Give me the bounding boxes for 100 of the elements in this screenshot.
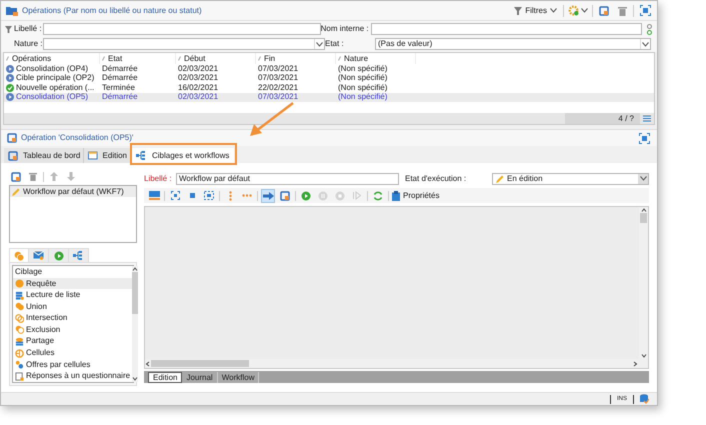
scrollbar-thumb[interactable] <box>640 213 647 223</box>
fullscreen-button[interactable] <box>638 4 652 18</box>
panel-icon <box>148 191 160 200</box>
refresh-icon <box>373 190 383 200</box>
refresh-button[interactable] <box>371 188 385 202</box>
new-activity-button[interactable] <box>278 188 292 202</box>
activity-item[interactable]: Réponses à un questionnaire <box>13 370 132 382</box>
activity-item[interactable]: Partage <box>13 336 132 348</box>
table-row[interactable]: Consolidation (OP5) Démarrée 02/03/2021 07/03/2021 (Non spécifié) <box>4 92 654 102</box>
start-button[interactable] <box>299 188 313 202</box>
check-circle-icon <box>6 84 14 92</box>
detail-title: Opération 'Consolidation (OP5)' <box>21 134 134 142</box>
intersection-icon <box>15 314 24 323</box>
pause-button[interactable] <box>316 188 330 202</box>
activity-item[interactable]: Requête <box>13 278 132 290</box>
activity-item[interactable]: Union <box>13 300 132 313</box>
document-icon <box>280 190 290 200</box>
select-field[interactable]: En édition <box>492 172 649 184</box>
trash-icon <box>618 6 626 16</box>
table-cell: 07/03/2021 <box>258 93 298 102</box>
activity-item[interactable]: Offres par cellules <box>13 358 132 370</box>
menu-icon <box>643 115 651 122</box>
document-icon <box>11 172 21 182</box>
scrollbar-thumb[interactable] <box>151 360 249 367</box>
activity-item[interactable]: Intersection <box>13 312 132 324</box>
table-row[interactable]: Nouvelle opération (... Terminée 16/02/2021 22/02/2021 (Non spécifié) <box>4 83 654 92</box>
play-circle-icon <box>6 93 14 102</box>
column-header[interactable]: Fin <box>256 53 336 64</box>
select-field[interactable] <box>43 38 325 50</box>
table-cell: 07/03/2021 <box>258 74 298 82</box>
table-cell: Démarrée <box>102 93 138 102</box>
table-row[interactable]: Cible principale (OP2) Démarrée 02/03/2021 07/03/2021 (Non spécifié) <box>4 74 654 83</box>
pause-icon <box>318 190 328 200</box>
chevron-down-icon[interactable] <box>640 353 646 359</box>
table-cell: (Non spécifié) <box>338 93 388 102</box>
new-workflow-button[interactable] <box>9 170 23 184</box>
tab[interactable]: Edition <box>84 148 132 163</box>
field-label: Libellé : <box>14 25 42 33</box>
scrollbar[interactable] <box>132 266 138 382</box>
vertical-dots-icon <box>228 190 232 200</box>
scrollbar[interactable] <box>145 359 648 368</box>
filters-button[interactable]: Filtres <box>512 6 559 14</box>
step-button[interactable] <box>350 188 364 202</box>
palette-tab[interactable] <box>29 248 49 262</box>
column-header[interactable]: Etat <box>100 53 176 64</box>
record-count: 4 / ? <box>618 114 634 122</box>
view-tab[interactable]: Edition <box>148 372 182 383</box>
view-tab[interactable]: Workflow <box>218 372 260 383</box>
activity-item[interactable]: Lecture de liste <box>13 289 132 301</box>
stop-icon <box>335 190 345 200</box>
field-label: Nom interne : <box>320 25 369 33</box>
activity-item[interactable]: Cellules <box>13 347 132 359</box>
stop-button[interactable] <box>333 188 347 202</box>
palette-heading: Ciblage <box>14 266 44 278</box>
palette-tab[interactable] <box>49 248 69 262</box>
chevron-up-icon[interactable] <box>640 207 646 213</box>
workflow-item[interactable]: Workflow par défaut (WKF7) <box>10 186 136 197</box>
select-field[interactable]: (Pas de valeur) <box>375 38 651 50</box>
view-tab[interactable]: Journal <box>182 372 218 383</box>
properties-button[interactable]: Propriétés <box>392 188 440 202</box>
flow-icon <box>73 251 84 260</box>
fullscreen-button[interactable] <box>637 131 651 145</box>
circle-icon <box>15 279 24 288</box>
column-header[interactable]: Opérations <box>4 53 100 64</box>
gear-menu-button[interactable] <box>568 5 588 16</box>
trash-icon <box>29 172 37 181</box>
palette-tab[interactable] <box>9 248 29 262</box>
tab[interactable]: Ciblages et workflows <box>132 148 234 163</box>
scrollbar[interactable] <box>639 207 648 359</box>
label-field[interactable]: Workflow par défaut <box>176 172 399 184</box>
chevron-right-icon[interactable] <box>632 360 638 366</box>
arrow-up-icon <box>50 172 58 181</box>
chevron-up-icon[interactable] <box>132 266 138 272</box>
table-cell: Terminée <box>102 84 135 92</box>
zoom-fit-button[interactable] <box>168 188 182 202</box>
layout-button[interactable] <box>147 188 161 202</box>
column-header[interactable]: Nature <box>336 53 416 64</box>
panel-title: Opérations (Par nom ou libellé ou nature ou statut) <box>22 6 202 14</box>
connect-button[interactable] <box>261 188 275 202</box>
table-row[interactable]: Consolidation (OP4) Démarrée 02/03/2021 07/03/2021 (Non spécifié) <box>4 64 654 74</box>
envelope-icon <box>33 251 44 260</box>
document-icon <box>599 6 609 16</box>
offers-icon <box>15 360 24 370</box>
column-header[interactable]: Début <box>176 53 256 64</box>
palette-tab[interactable] <box>69 248 89 262</box>
text-field[interactable] <box>43 23 321 35</box>
tab[interactable]: Tableau de bord <box>4 148 84 163</box>
field-label: Libellé : <box>144 174 173 182</box>
text-field[interactable] <box>370 23 642 35</box>
new-item-button[interactable] <box>597 4 611 18</box>
chevron-left-icon[interactable] <box>145 360 151 366</box>
dropdown-icon <box>316 42 323 46</box>
flow-icon <box>136 151 147 160</box>
sort-icon <box>258 56 261 61</box>
table-cell: 07/03/2021 <box>258 64 298 73</box>
filter-icon <box>5 26 12 32</box>
chevron-down-icon[interactable] <box>132 376 138 382</box>
scrollbar-thumb[interactable] <box>132 272 138 314</box>
zoom-page-button[interactable] <box>202 188 216 202</box>
activity-item[interactable]: Exclusion <box>13 324 132 336</box>
